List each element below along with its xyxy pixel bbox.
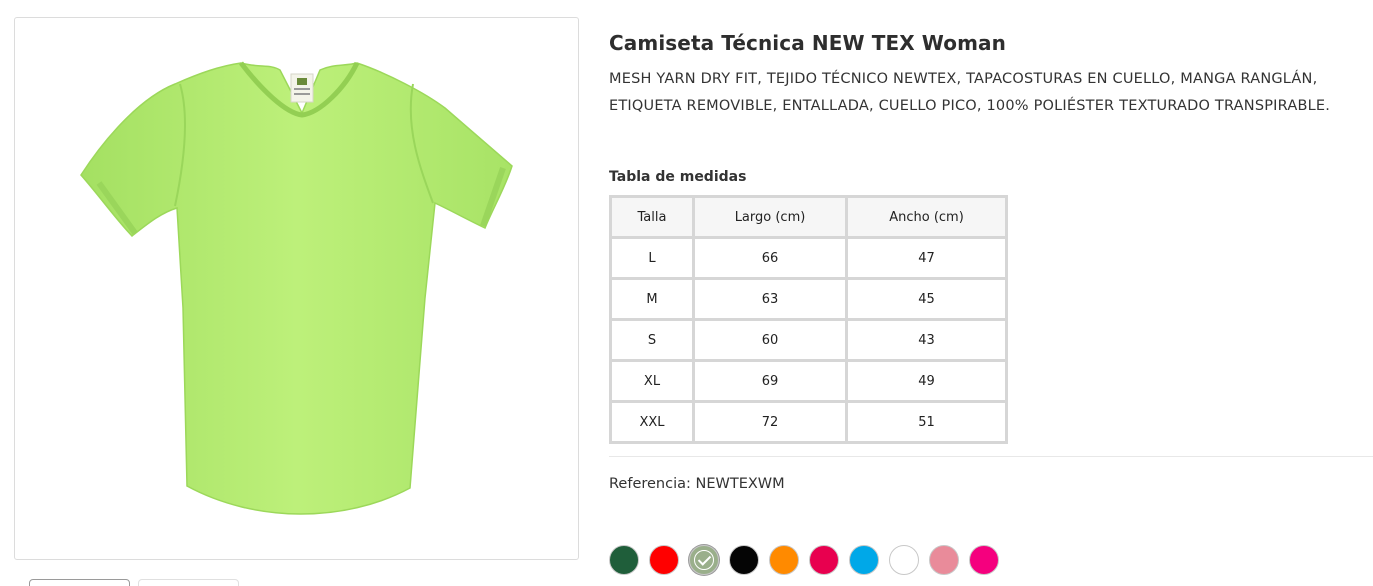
ancho-cell: 45 [848,280,1005,318]
product-title: Camiseta Técnica NEW TEX Woman [609,31,1006,55]
size-cell: L [612,239,692,277]
thumbnail-1[interactable] [29,579,130,586]
table-row: L 66 47 [612,239,1005,277]
color-swatch-crimson[interactable] [809,545,839,575]
table-row: M 63 45 [612,280,1005,318]
color-swatch-orange[interactable] [769,545,799,575]
ancho-cell: 51 [848,403,1005,441]
check-icon [694,550,714,570]
column-header-largo: Largo (cm) [695,198,845,236]
table-row: XL 69 49 [612,362,1005,400]
ancho-cell: 43 [848,321,1005,359]
color-swatch-pink[interactable] [929,545,959,575]
section-divider [609,456,1373,457]
column-header-talla: Talla [612,198,692,236]
tshirt-image [80,61,513,515]
color-swatch-dark-green[interactable] [609,545,639,575]
color-swatch-red[interactable] [649,545,679,575]
ancho-cell: 47 [848,239,1005,277]
table-row: S 60 43 [612,321,1005,359]
product-reference: Referencia: NEWTEXWM [609,476,785,492]
table-row: XXL 72 51 [612,403,1005,441]
size-table: Talla Largo (cm) Ancho (cm) L 66 47 M 63… [609,195,1008,444]
size-cell: M [612,280,692,318]
column-header-ancho: Ancho (cm) [848,198,1005,236]
largo-cell: 72 [695,403,845,441]
color-swatch-magenta[interactable] [969,545,999,575]
color-swatch-sage-green[interactable] [689,545,719,575]
product-image-frame[interactable] [14,17,579,560]
thumbnail-2[interactable] [138,579,239,586]
largo-cell: 66 [695,239,845,277]
size-cell: XXL [612,403,692,441]
largo-cell: 60 [695,321,845,359]
size-cell: S [612,321,692,359]
size-table-heading: Tabla de medidas [609,169,747,185]
largo-cell: 63 [695,280,845,318]
color-swatch-black[interactable] [729,545,759,575]
largo-cell: 69 [695,362,845,400]
product-description: MESH YARN DRY FIT, TEJIDO TÉCNICO NEWTEX… [609,71,1331,114]
color-swatch-sky-blue[interactable] [849,545,879,575]
ancho-cell: 49 [848,362,1005,400]
color-swatch-white[interactable] [889,545,919,575]
table-header-row: Talla Largo (cm) Ancho (cm) [612,198,1005,236]
size-cell: XL [612,362,692,400]
